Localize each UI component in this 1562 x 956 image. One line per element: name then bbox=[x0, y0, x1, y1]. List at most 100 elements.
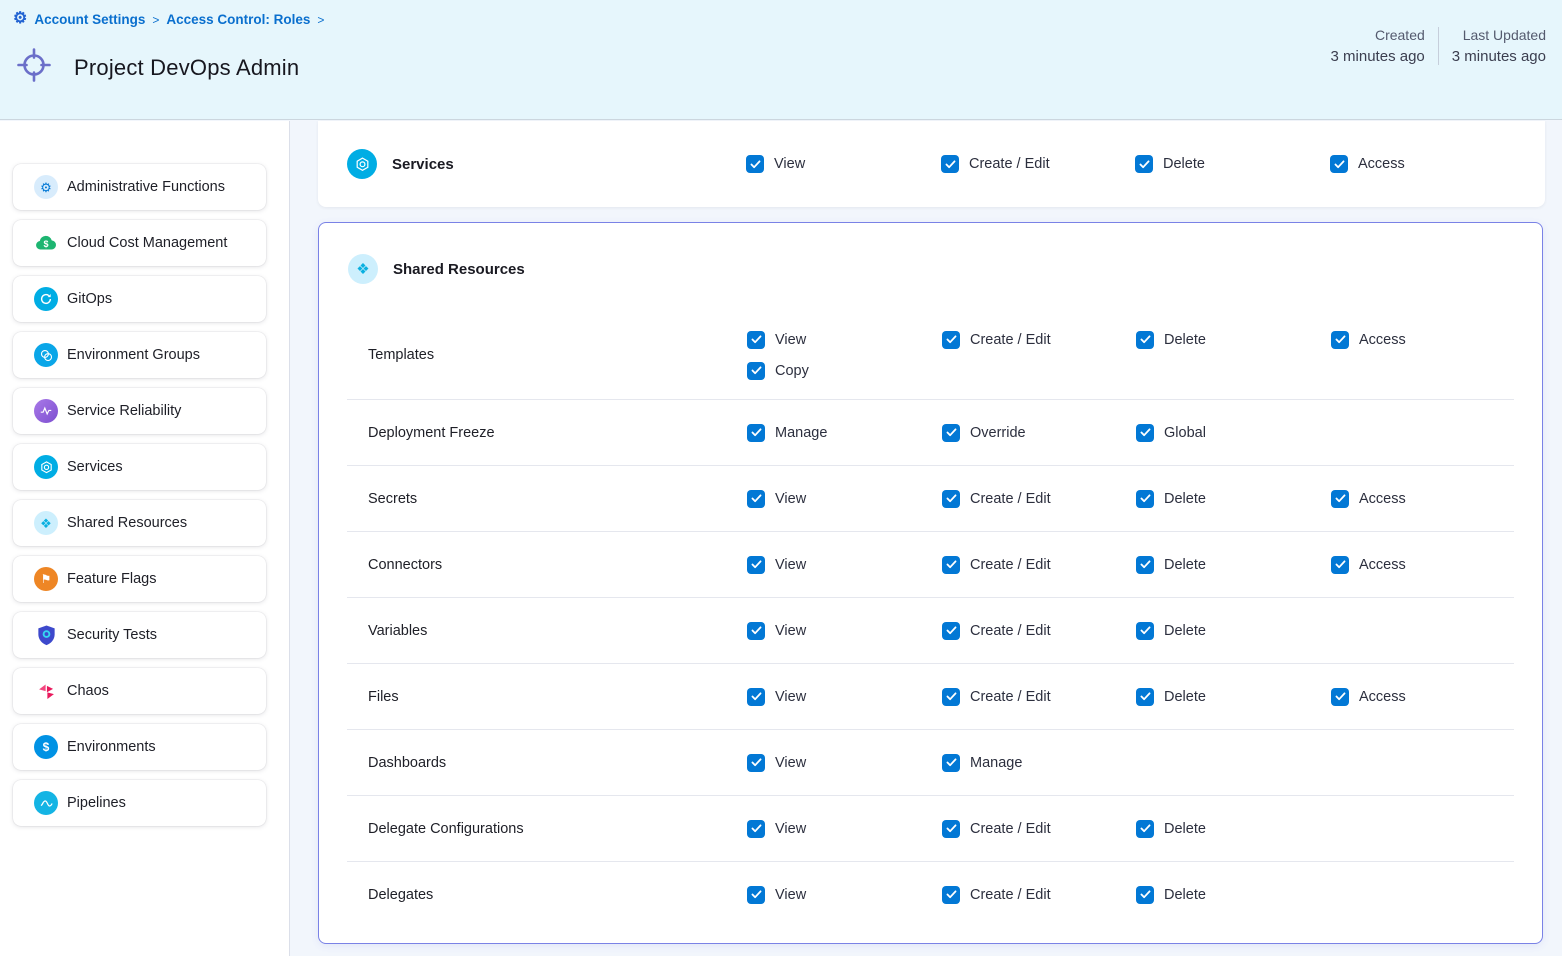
breadcrumb-link-access-control-roles[interactable]: Access Control: Roles bbox=[166, 12, 310, 27]
checkbox-label: Delete bbox=[1164, 821, 1206, 837]
permission-row-dashboards: DashboardsViewManage bbox=[319, 730, 1542, 795]
checkbox-label: Delete bbox=[1164, 623, 1206, 639]
breadcrumb-link-account-settings[interactable]: Account Settings bbox=[34, 12, 145, 27]
permission-checkbox-global[interactable]: Global bbox=[1136, 424, 1206, 442]
permission-checkbox-access[interactable]: Access bbox=[1331, 688, 1406, 706]
permission-checkbox-delete[interactable]: Delete bbox=[1136, 622, 1206, 640]
resource-label: Variables bbox=[368, 623, 747, 639]
checkbox-label: Create / Edit bbox=[970, 491, 1051, 507]
permission-checkbox-create-edit[interactable]: Create / Edit bbox=[941, 155, 1050, 173]
permission-cell: Create / Edit bbox=[942, 490, 1136, 508]
checkbox-label: Create / Edit bbox=[970, 623, 1051, 639]
checkbox-checked-icon bbox=[746, 155, 764, 173]
title-row: Project DevOps Admin bbox=[14, 45, 299, 90]
permission-row-secrets: SecretsViewCreate / EditDeleteAccess bbox=[319, 466, 1542, 531]
checkbox-label: Manage bbox=[970, 755, 1022, 771]
permission-checkbox-access[interactable]: Access bbox=[1331, 331, 1406, 349]
permission-checkbox-view[interactable]: View bbox=[746, 155, 805, 173]
permission-cell: Delete bbox=[1135, 155, 1330, 173]
created-value: 3 minutes ago bbox=[1331, 48, 1425, 65]
sidebar-item-label: Security Tests bbox=[67, 627, 157, 643]
permission-checkbox-view[interactable]: View bbox=[747, 556, 806, 574]
permission-checkbox-delete[interactable]: Delete bbox=[1136, 331, 1206, 349]
checkbox-checked-icon bbox=[942, 886, 960, 904]
checkbox-checked-icon bbox=[941, 155, 959, 173]
permission-checkbox-view[interactable]: View bbox=[747, 820, 806, 838]
sidebar-item-label: Shared Resources bbox=[67, 515, 187, 531]
permission-checkbox-create-edit[interactable]: Create / Edit bbox=[942, 490, 1051, 508]
checkbox-checked-icon bbox=[1331, 331, 1349, 349]
checkbox-label: View bbox=[775, 689, 806, 705]
sidebar-item-label: Administrative Functions bbox=[67, 179, 225, 195]
sidebar-item-services[interactable]: Services bbox=[13, 444, 266, 490]
resource-label: Files bbox=[368, 689, 747, 705]
permission-checkbox-access[interactable]: Access bbox=[1330, 155, 1405, 173]
permission-cell: Access bbox=[1331, 331, 1542, 349]
permission-row-templates: TemplatesViewCopyCreate / EditDeleteAcce… bbox=[319, 311, 1542, 399]
sidebar-item-service-reliability[interactable]: Service Reliability bbox=[13, 388, 266, 434]
permission-checkbox-manage[interactable]: Manage bbox=[747, 424, 827, 442]
services-section-card: Services ViewCreate / EditDeleteAccess bbox=[318, 121, 1545, 207]
permission-checkbox-create-edit[interactable]: Create / Edit bbox=[942, 820, 1051, 838]
permission-checkbox-create-edit[interactable]: Create / Edit bbox=[942, 886, 1051, 904]
permission-cell: View Copy bbox=[747, 331, 942, 380]
sidebar-item-pipelines[interactable]: Pipelines bbox=[13, 780, 266, 826]
checkbox-checked-icon bbox=[1136, 820, 1154, 838]
permission-checkbox-create-edit[interactable]: Create / Edit bbox=[942, 688, 1051, 706]
checkbox-label: Delete bbox=[1164, 491, 1206, 507]
sidebar-item-label: Environment Groups bbox=[67, 347, 200, 363]
service-reliability-icon bbox=[34, 399, 58, 423]
permission-checkbox-view[interactable]: View bbox=[747, 331, 806, 349]
permission-checkbox-view[interactable]: View bbox=[747, 688, 806, 706]
checkbox-label: View bbox=[775, 821, 806, 837]
sidebar-item-label: Cloud Cost Management bbox=[67, 235, 227, 251]
permission-checkbox-access[interactable]: Access bbox=[1331, 490, 1406, 508]
permission-checkbox-delete[interactable]: Delete bbox=[1136, 556, 1206, 574]
permission-cell: Create / Edit bbox=[941, 155, 1135, 173]
permission-checkbox-manage[interactable]: Manage bbox=[942, 754, 1022, 772]
permission-checkbox-copy[interactable]: Copy bbox=[747, 362, 809, 380]
checkbox-label: Global bbox=[1164, 425, 1206, 441]
checkbox-checked-icon bbox=[747, 331, 765, 349]
permission-checkbox-create-edit[interactable]: Create / Edit bbox=[942, 622, 1051, 640]
permission-checkbox-delete[interactable]: Delete bbox=[1136, 886, 1206, 904]
permission-checkbox-create-edit[interactable]: Create / Edit bbox=[942, 331, 1051, 349]
sidebar-item-security-tests[interactable]: Security Tests bbox=[13, 612, 266, 658]
checkbox-checked-icon bbox=[942, 754, 960, 772]
permission-checkbox-delete[interactable]: Delete bbox=[1136, 688, 1206, 706]
checkbox-checked-icon bbox=[1135, 155, 1153, 173]
checkbox-checked-icon bbox=[1136, 556, 1154, 574]
permission-checkbox-delete[interactable]: Delete bbox=[1135, 155, 1205, 173]
sidebar-item-shared-resources[interactable]: ❖Shared Resources bbox=[13, 500, 266, 546]
sidebar-item-administrative-functions[interactable]: ⚙Administrative Functions bbox=[13, 164, 266, 210]
permission-checkbox-delete[interactable]: Delete bbox=[1136, 820, 1206, 838]
sidebar-item-label: Services bbox=[67, 459, 123, 475]
sidebar-item-gitops[interactable]: GitOps bbox=[13, 276, 266, 322]
checkbox-checked-icon bbox=[747, 886, 765, 904]
resource-label: Deployment Freeze bbox=[368, 425, 747, 441]
permission-checkbox-delete[interactable]: Delete bbox=[1136, 490, 1206, 508]
checkbox-checked-icon bbox=[1136, 622, 1154, 640]
permission-checkbox-override[interactable]: Override bbox=[942, 424, 1026, 442]
settings-gear-icon: ⚙ bbox=[13, 11, 27, 27]
gitops-icon bbox=[34, 287, 58, 311]
sidebar-item-environment-groups[interactable]: Environment Groups bbox=[13, 332, 266, 378]
sidebar-item-cloud-cost-management[interactable]: $Cloud Cost Management bbox=[13, 220, 266, 266]
permission-cell: Access bbox=[1331, 556, 1542, 574]
permission-checkbox-view[interactable]: View bbox=[747, 754, 806, 772]
permission-checkbox-create-edit[interactable]: Create / Edit bbox=[942, 556, 1051, 574]
permission-checkbox-access[interactable]: Access bbox=[1331, 556, 1406, 574]
sidebar-item-environments[interactable]: $Environments bbox=[13, 724, 266, 770]
checkbox-label: Delete bbox=[1164, 887, 1206, 903]
breadcrumb-separator: > bbox=[317, 13, 324, 27]
created-meta: Created 3 minutes ago bbox=[1331, 27, 1425, 65]
sidebar-item-feature-flags[interactable]: ⚑Feature Flags bbox=[13, 556, 266, 602]
permission-row-deployment-freeze: Deployment FreezeManage Override Global bbox=[319, 400, 1542, 465]
sidebar-item-chaos[interactable]: Chaos bbox=[13, 668, 266, 714]
permission-cell: Delete bbox=[1136, 490, 1331, 508]
permission-checkbox-view[interactable]: View bbox=[747, 886, 806, 904]
permission-checkbox-view[interactable]: View bbox=[747, 490, 806, 508]
permission-checkbox-view[interactable]: View bbox=[747, 622, 806, 640]
checkbox-checked-icon bbox=[1136, 490, 1154, 508]
permission-cell: Delete bbox=[1136, 688, 1331, 706]
